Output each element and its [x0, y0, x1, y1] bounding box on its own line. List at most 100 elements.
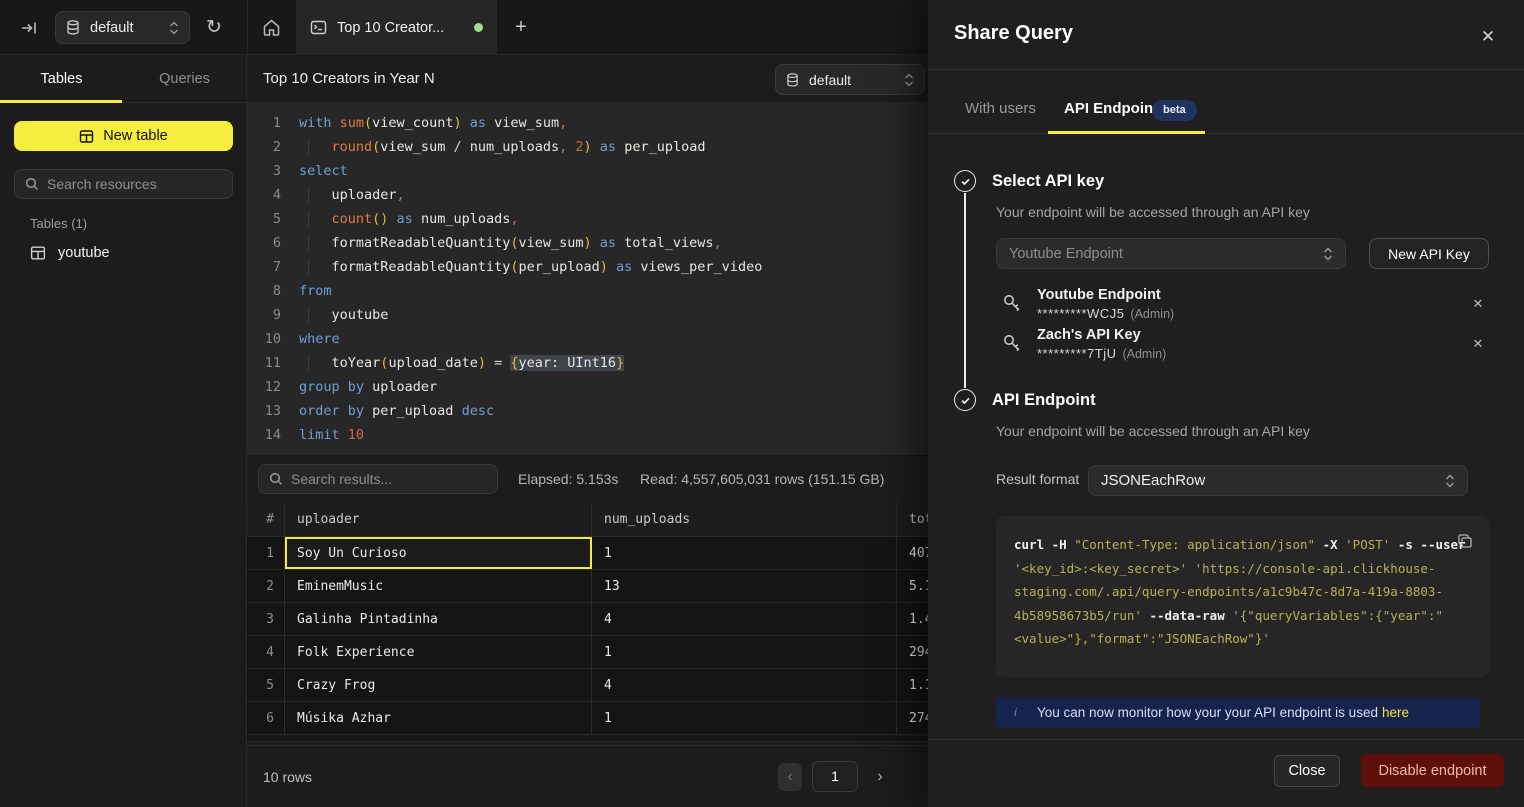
code-text: select [299, 159, 348, 183]
key-icon [1000, 332, 1022, 356]
home-icon [262, 18, 281, 37]
query-title: Top 10 Creators in Year N [263, 55, 435, 103]
remove-api-key-button[interactable]: ✕ [1468, 294, 1488, 314]
curl-line: <value>"},"format":"JSONEachRow"}' [1014, 627, 1471, 651]
new-api-key-button[interactable]: New API Key [1369, 238, 1489, 269]
pagination-page-input[interactable]: 1 [812, 761, 858, 792]
table-cell[interactable]: EminemMusic [285, 570, 592, 602]
row-index: 1 [247, 537, 285, 569]
table-cell[interactable]: Folk Experience [285, 636, 592, 668]
close-icon: ✕ [1481, 27, 1495, 47]
line-number: 9 [247, 303, 281, 327]
database-icon [786, 73, 799, 87]
sidebar-tabs: Tables Queries [0, 55, 246, 103]
table-cell[interactable]: Soy Un Curioso [285, 537, 592, 569]
code-text: with sum(view_count) as view_sum, [299, 111, 567, 135]
disable-endpoint-button[interactable]: Disable endpoint [1361, 754, 1504, 787]
step2-check-icon [954, 389, 976, 411]
panel-close-button[interactable]: ✕ [1475, 24, 1501, 50]
tab-api-endpoint[interactable]: API Endpoint [1064, 100, 1158, 117]
panel-divider [928, 69, 1524, 70]
database-selector-value: default [90, 20, 169, 36]
table-cell[interactable]: 1 [592, 636, 897, 668]
database-icon [66, 20, 80, 35]
close-button[interactable]: Close [1274, 755, 1340, 787]
api-key-role: (Admin) [1122, 347, 1166, 361]
collapse-sidebar-button[interactable] [18, 17, 40, 39]
table-cell[interactable]: Músika Azhar [285, 702, 592, 734]
line-number: 8 [247, 279, 281, 303]
tab-with-users[interactable]: With users [965, 100, 1036, 117]
curl-line: curl -H "Content-Type: application/json"… [1014, 533, 1471, 557]
result-format-select[interactable]: JSONEachRow [1088, 465, 1468, 496]
api-key-row: Zach's API Key *********7TjU(Admin) ✕ [996, 326, 1488, 364]
remove-api-key-button[interactable]: ✕ [1468, 334, 1488, 354]
new-tab-button[interactable]: + [497, 0, 545, 55]
new-table-button[interactable]: New table [14, 121, 233, 151]
api-key-name: Zach's API Key [1037, 327, 1141, 343]
result-format-value: JSONEachRow [1101, 472, 1445, 489]
line-number: 2 [247, 135, 281, 159]
read-stat: Read: 4,557,605,031 rows (151.15 GB) [640, 455, 884, 503]
query-tab[interactable]: Top 10 Creator... [296, 0, 497, 55]
api-key-masked: *********7TjU(Admin) [1037, 346, 1166, 361]
search-resources-input[interactable]: Search resources [14, 169, 233, 199]
table-cell[interactable]: 4 [592, 603, 897, 635]
sidebar: Tables Queries New table Search resource… [0, 55, 247, 807]
sidebar-item-youtube[interactable]: youtube [18, 238, 233, 268]
code-text: count() as num_uploads, [299, 207, 518, 231]
rows-count: 10 rows [263, 746, 312, 807]
api-key-name: Youtube Endpoint [1037, 287, 1161, 303]
code-text: round(view_sum / num_uploads, 2) as per_… [299, 135, 705, 159]
table-cell[interactable]: 1 [592, 702, 897, 734]
code-text: formatReadableQuantity(per_upload) as vi… [299, 255, 762, 279]
row-index: 4 [247, 636, 285, 668]
table-cell[interactable]: 1 [592, 537, 897, 569]
pagination-next-button[interactable]: › [868, 763, 892, 791]
line-number: 11 [247, 351, 281, 375]
tab-tables[interactable]: Tables [0, 55, 123, 102]
copy-button[interactable] [1454, 530, 1476, 552]
panel-title: Share Query [954, 22, 1073, 45]
code-text: limit 10 [299, 423, 364, 447]
monitor-banner: i You can now monitor how your your API … [996, 697, 1480, 728]
refresh-button[interactable]: ↻ [201, 14, 227, 40]
table-cell[interactable]: Galinha Pintadinha [285, 603, 592, 635]
step1-subtitle: Your endpoint will be accessed through a… [996, 204, 1310, 220]
row-index: 2 [247, 570, 285, 602]
search-results-input[interactable]: Search results... [258, 464, 498, 494]
step1-title: Select API key [992, 172, 1104, 191]
table-cell[interactable]: Crazy Frog [285, 669, 592, 701]
row-index: 5 [247, 669, 285, 701]
step2-subtitle: Your endpoint will be accessed through a… [996, 423, 1310, 439]
refresh-icon: ↻ [206, 16, 222, 39]
step1-check-icon [954, 170, 976, 192]
table-icon [79, 129, 94, 144]
column-header-num-uploads[interactable]: num_uploads [592, 503, 897, 536]
api-key-role: (Admin) [1130, 307, 1174, 321]
banner-here-link[interactable]: here [1382, 705, 1409, 720]
curl-command[interactable]: curl -H "Content-Type: application/json"… [1014, 533, 1471, 651]
tables-section-label: Tables (1) [30, 216, 87, 231]
tab-queries[interactable]: Queries [123, 55, 246, 102]
code-text: order by per_upload desc [299, 399, 494, 423]
row-index: 3 [247, 603, 285, 635]
column-header-uploader[interactable]: uploader [285, 503, 592, 536]
tab-tables-underline [0, 100, 122, 103]
home-button[interactable] [247, 0, 296, 55]
query-database-selector[interactable]: default [775, 64, 925, 95]
pagination-prev-button[interactable]: ‹ [778, 763, 802, 791]
database-selector[interactable]: default [55, 11, 190, 44]
api-key-select[interactable]: Youtube Endpoint [996, 238, 1346, 269]
table-cell[interactable]: 4 [592, 669, 897, 701]
line-number: 1 [247, 111, 281, 135]
stepper-line [964, 193, 966, 388]
table-cell[interactable]: 13 [592, 570, 897, 602]
table-item-label: youtube [58, 245, 110, 261]
key-icon [1000, 292, 1022, 316]
line-number: 12 [247, 375, 281, 399]
code-text: formatReadableQuantity(view_sum) as tota… [299, 231, 722, 255]
table-icon [30, 245, 46, 261]
column-header-index[interactable]: # [247, 503, 285, 536]
api-key-masked: *********WCJ5(Admin) [1037, 306, 1174, 321]
